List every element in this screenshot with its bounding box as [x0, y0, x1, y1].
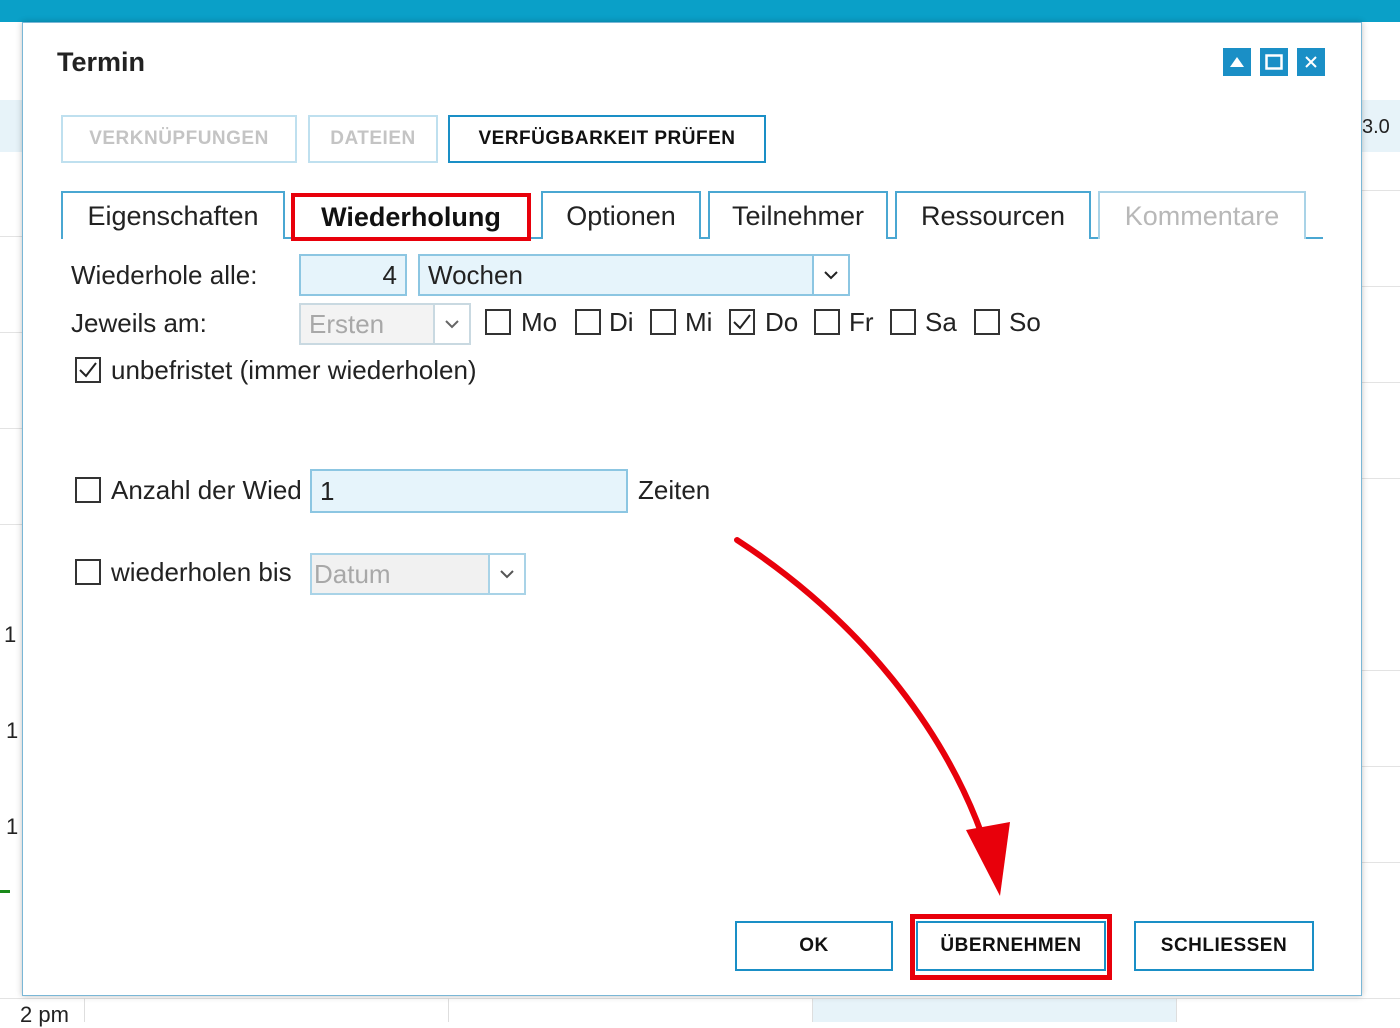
- annotation-arrow: [734, 537, 1010, 896]
